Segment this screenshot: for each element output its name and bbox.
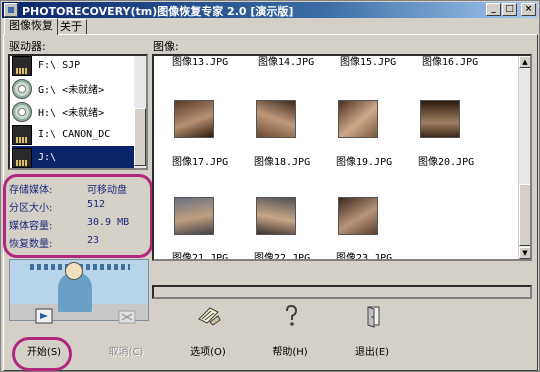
image-caption: 图像20.JPG xyxy=(418,157,475,168)
exit-label: 退出(E) xyxy=(354,347,390,358)
memory-card-icon xyxy=(12,147,32,168)
image-caption: 图像21.JPG xyxy=(172,253,229,261)
image-thumbnail[interactable] xyxy=(420,100,460,138)
image-caption: 图像18.JPG xyxy=(254,157,311,168)
head-graphic xyxy=(65,262,83,280)
image-caption: 图像14.JPG xyxy=(258,57,315,68)
image-grid-scrollbar[interactable]: ▲ ▼ xyxy=(518,56,530,259)
options-icon xyxy=(198,307,221,326)
image-thumbnail[interactable] xyxy=(174,100,214,138)
drive-item[interactable]: H:\ <未就绪> xyxy=(12,100,136,123)
app-icon xyxy=(4,3,18,17)
image-caption: 图像15.JPG xyxy=(340,57,397,68)
image-thumbnail[interactable] xyxy=(256,100,296,138)
memory-card-icon xyxy=(12,124,32,145)
image-caption: 图像23.JPG xyxy=(336,253,393,261)
tab-about[interactable]: 关于 xyxy=(55,19,87,34)
maximize-button[interactable]: □ xyxy=(502,3,517,16)
exit-door-icon xyxy=(367,306,380,328)
annotation-circle-info xyxy=(3,174,153,258)
progress-bar xyxy=(152,285,532,299)
title-bar[interactable]: PHOTORECOVERY(tm)图像恢复专家 2.0 [演示版] _ □ × xyxy=(2,2,538,18)
drive-label: F:\ SJP xyxy=(38,60,81,71)
cancel-label: 取消(C) xyxy=(108,347,144,358)
scroll-down-icon[interactable]: ▼ xyxy=(519,247,530,259)
scrollbar-thumb[interactable] xyxy=(519,184,530,246)
drive-label: I:\ CANON_DC xyxy=(38,129,111,140)
exit-button[interactable]: 退出(E) xyxy=(337,303,407,363)
drives-label: 驱动器: xyxy=(9,40,46,53)
image-caption: 图像13.JPG xyxy=(172,57,229,68)
image-thumbnail[interactable] xyxy=(256,197,296,235)
drive-item[interactable]: F:\ SJP xyxy=(12,56,136,77)
minimize-button[interactable]: _ xyxy=(486,3,501,16)
cd-drive-icon xyxy=(12,101,32,122)
drive-label: G:\ <未就绪> xyxy=(38,85,105,96)
drive-list-scrollbar[interactable] xyxy=(134,56,146,168)
window-title: PHOTORECOVERY(tm)图像恢复专家 2.0 [演示版] xyxy=(22,5,294,18)
options-button[interactable]: 选项(O) xyxy=(173,303,243,363)
help-label: 帮助(H) xyxy=(272,347,308,358)
drive-item[interactable]: G:\ <未就绪> xyxy=(12,77,136,100)
image-caption: 图像19.JPG xyxy=(336,157,393,168)
image-thumbnail[interactable] xyxy=(338,100,378,138)
image-thumbnail[interactable] xyxy=(338,197,378,235)
images-label: 图像: xyxy=(153,40,179,53)
close-button[interactable]: × xyxy=(521,3,536,16)
image-grid[interactable]: 图像13.JPG 图像14.JPG 图像15.JPG 图像16.JPG 图像17… xyxy=(152,54,532,261)
memory-card-icon xyxy=(12,56,32,76)
image-caption: 图像22.JPG xyxy=(254,253,311,261)
drive-label: J:\ xyxy=(38,152,57,163)
image-caption: 图像16.JPG xyxy=(422,57,479,68)
help-button[interactable]: 帮助(H) xyxy=(255,303,325,363)
cancel-icon xyxy=(118,310,136,324)
annotation-circle-start xyxy=(12,337,72,371)
cancel-button[interactable]: 取消(C) xyxy=(91,303,161,363)
tab-image-recovery[interactable]: 图像恢复 xyxy=(4,18,58,35)
cd-drive-icon xyxy=(12,78,32,99)
drive-list[interactable]: F:\ SJP G:\ <未就绪> H:\ <未就绪> I:\ CANON_DC… xyxy=(8,54,148,170)
drive-item-selected[interactable]: J:\ xyxy=(12,146,136,168)
drive-label: H:\ <未就绪> xyxy=(38,108,105,119)
drive-item[interactable]: I:\ CANON_DC xyxy=(12,123,136,146)
help-icon xyxy=(286,304,298,326)
image-caption: 图像17.JPG xyxy=(172,157,229,168)
image-thumbnail[interactable] xyxy=(174,197,214,235)
start-icon xyxy=(35,308,53,324)
scroll-up-icon[interactable]: ▲ xyxy=(519,56,530,68)
app-window: PHOTORECOVERY(tm)图像恢复专家 2.0 [演示版] _ □ × … xyxy=(0,0,540,372)
scrollbar-thumb[interactable] xyxy=(134,108,146,166)
options-label: 选项(O) xyxy=(190,347,226,358)
